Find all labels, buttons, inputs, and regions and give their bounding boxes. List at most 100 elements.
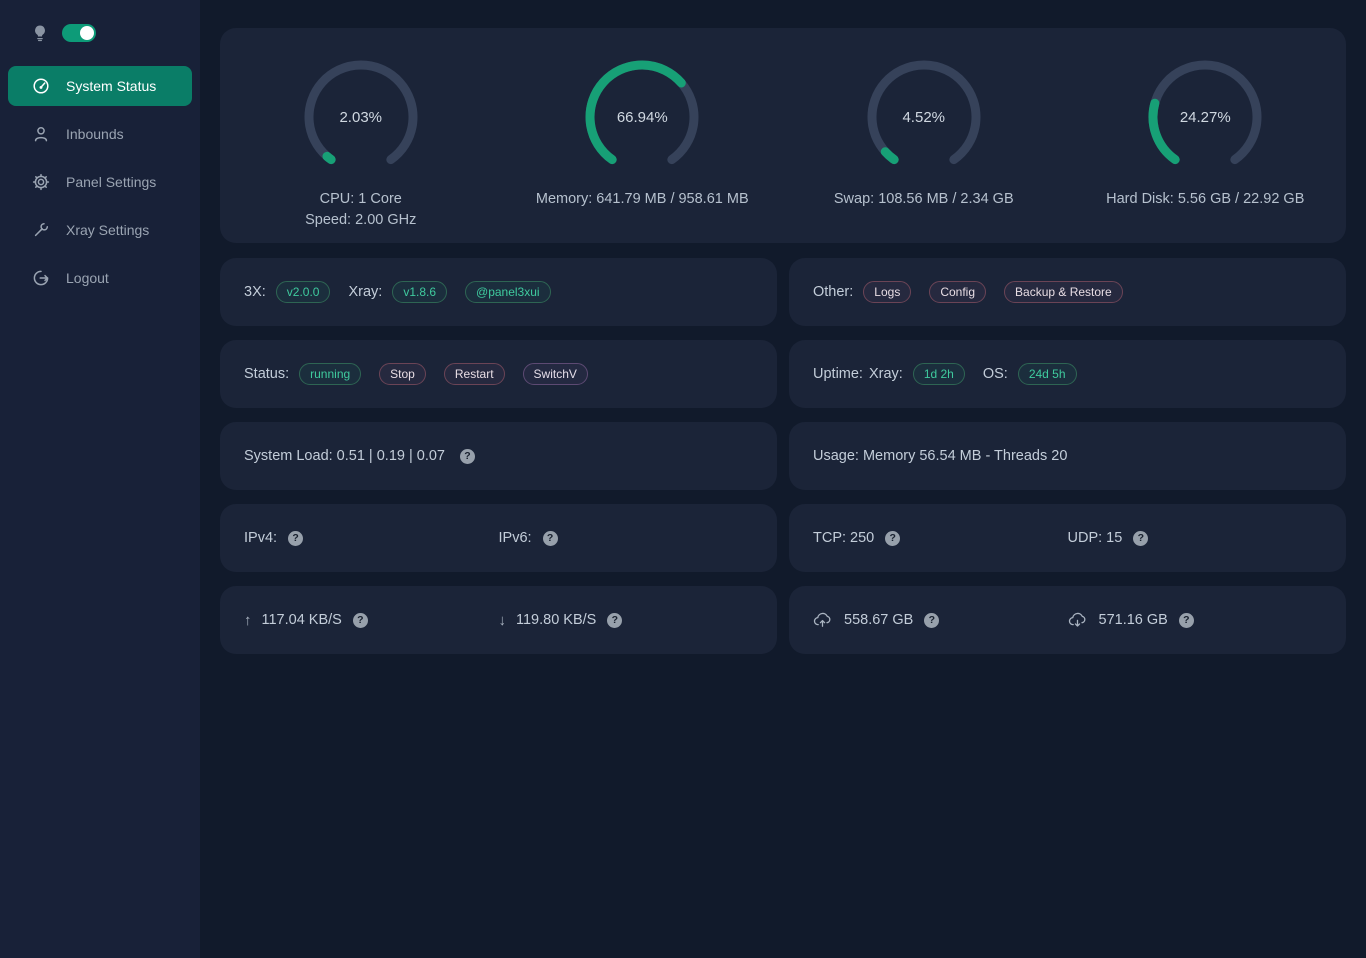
- other-card: Other: Logs Config Backup & Restore: [789, 258, 1346, 326]
- download-speed-col: ↓ 119.80 KB/S ?: [499, 612, 754, 629]
- udp-count: UDP: 15: [1068, 530, 1123, 546]
- sidebar-menu: System Status Inbounds Panel Settings Xr…: [0, 66, 200, 298]
- memory-gauge-ring: 66.94%: [580, 55, 704, 179]
- tcp-count: TCP: 250: [813, 530, 874, 546]
- wrench-icon: [32, 221, 50, 239]
- ipv6-label: IPv6:: [499, 530, 532, 546]
- traffic-total-card: 558.67 GB ? 571.16 GB ?: [789, 586, 1346, 654]
- switch-version-button[interactable]: SwitchV: [523, 363, 588, 385]
- help-icon[interactable]: ?: [288, 531, 303, 546]
- config-button[interactable]: Config: [929, 281, 986, 303]
- dashboard-icon: [32, 77, 50, 95]
- sidebar-item-panel-settings[interactable]: Panel Settings: [8, 162, 192, 202]
- os-uptime-tag: 24d 5h: [1018, 363, 1077, 385]
- help-icon[interactable]: ?: [460, 449, 475, 464]
- 3x-version-tag: v2.0.0: [276, 281, 331, 303]
- upload-speed-col: ↑ 117.04 KB/S ?: [244, 612, 499, 629]
- cpu-caption: CPU: 1 CoreSpeed: 2.00 GHz: [305, 189, 416, 231]
- sidebar-item-inbounds[interactable]: Inbounds: [8, 114, 192, 154]
- other-label: Other:: [813, 284, 853, 300]
- running-status-badge: running: [299, 363, 361, 385]
- sidebar-item-system-status[interactable]: System Status: [8, 66, 192, 106]
- swap-gauge-ring: 4.52%: [862, 55, 986, 179]
- app-window: System Status Inbounds Panel Settings Xr…: [0, 0, 1366, 958]
- theme-toggle[interactable]: [62, 24, 96, 42]
- sidebar-item-label: System Status: [66, 78, 156, 94]
- theme-row: [0, 0, 200, 54]
- ip-card: IPv4: ? IPv6: ?: [220, 504, 777, 572]
- logout-icon: [32, 269, 50, 287]
- cloud-upload-icon: [813, 612, 832, 628]
- logs-button[interactable]: Logs: [863, 281, 911, 303]
- total-download: 571.16 GB: [1099, 612, 1168, 628]
- help-icon[interactable]: ?: [353, 613, 368, 628]
- memory-percent: 66.94%: [580, 55, 704, 179]
- bulb-icon: [32, 24, 48, 42]
- help-icon[interactable]: ?: [924, 613, 939, 628]
- help-icon[interactable]: ?: [1133, 531, 1148, 546]
- cpu-gauge-ring: 2.03%: [299, 55, 423, 179]
- system-gauges-card: 2.03% CPU: 1 CoreSpeed: 2.00 GHz 66.94% …: [220, 28, 1346, 243]
- swap-percent: 4.52%: [862, 55, 986, 179]
- xray-uptime-tag: 1d 2h: [913, 363, 965, 385]
- gauge-cpu: 2.03% CPU: 1 CoreSpeed: 2.00 GHz: [220, 55, 502, 243]
- sidebar-item-xray-settings[interactable]: Xray Settings: [8, 210, 192, 250]
- uptime-os-label: OS:: [983, 366, 1008, 382]
- help-icon[interactable]: ?: [607, 613, 622, 628]
- arrow-up-icon: ↑: [244, 612, 252, 629]
- restart-button[interactable]: Restart: [444, 363, 505, 385]
- ipv4-label: IPv4:: [244, 530, 277, 546]
- download-speed: 119.80 KB/S: [516, 612, 596, 628]
- upload-speed: 117.04 KB/S: [262, 612, 342, 628]
- memory-caption: Memory: 641.79 MB / 958.61 MB: [536, 189, 749, 210]
- ipv4-col: IPv4: ?: [244, 530, 499, 546]
- gauge-memory: 66.94% Memory: 641.79 MB / 958.61 MB: [502, 55, 784, 243]
- total-download-col: 571.16 GB ?: [1068, 612, 1323, 628]
- system-load-card: System Load: 0.51 | 0.19 | 0.07 ?: [220, 422, 777, 490]
- sidebar-item-logout[interactable]: Logout: [8, 258, 192, 298]
- total-upload: 558.67 GB: [844, 612, 913, 628]
- help-icon[interactable]: ?: [885, 531, 900, 546]
- status-label: Status:: [244, 366, 289, 382]
- cloud-download-icon: [1068, 612, 1087, 628]
- xray-version-tag: v1.8.6: [392, 281, 447, 303]
- user-icon: [32, 125, 50, 143]
- swap-caption: Swap: 108.56 MB / 2.34 GB: [834, 189, 1014, 210]
- network-speed-card: ↑ 117.04 KB/S ? ↓ 119.80 KB/S ?: [220, 586, 777, 654]
- ipv6-col: IPv6: ?: [499, 530, 754, 546]
- usage-text: Usage: Memory 56.54 MB - Threads 20: [813, 448, 1067, 464]
- sidebar: System Status Inbounds Panel Settings Xr…: [0, 0, 200, 958]
- telegram-channel-tag[interactable]: @panel3xui: [465, 281, 551, 303]
- uptime-xray-label: Xray:: [869, 366, 903, 382]
- arrow-down-icon: ↓: [499, 612, 507, 629]
- xray-label: Xray:: [348, 284, 382, 300]
- stop-button[interactable]: Stop: [379, 363, 426, 385]
- sidebar-item-label: Logout: [66, 270, 109, 286]
- help-icon[interactable]: ?: [543, 531, 558, 546]
- gear-icon: [32, 173, 50, 191]
- info-cards-grid: 3X: v2.0.0 Xray: v1.8.6 @panel3xui Other…: [220, 258, 1346, 654]
- gauge-disk: 24.27% Hard Disk: 5.56 GB / 22.92 GB: [1065, 55, 1347, 243]
- tcp-col: TCP: 250 ?: [813, 530, 1068, 546]
- 3x-label: 3X:: [244, 284, 266, 300]
- disk-percent: 24.27%: [1143, 55, 1267, 179]
- sidebar-item-label: Xray Settings: [66, 222, 149, 238]
- help-icon[interactable]: ?: [1179, 613, 1194, 628]
- sidebar-item-label: Panel Settings: [66, 174, 156, 190]
- usage-card: Usage: Memory 56.54 MB - Threads 20: [789, 422, 1346, 490]
- version-card: 3X: v2.0.0 Xray: v1.8.6 @panel3xui: [220, 258, 777, 326]
- uptime-label: Uptime:: [813, 366, 863, 382]
- sidebar-item-label: Inbounds: [66, 126, 124, 142]
- connections-card: TCP: 250 ? UDP: 15 ?: [789, 504, 1346, 572]
- backup-restore-button[interactable]: Backup & Restore: [1004, 281, 1123, 303]
- udp-col: UDP: 15 ?: [1068, 530, 1323, 546]
- cpu-percent: 2.03%: [299, 55, 423, 179]
- gauge-swap: 4.52% Swap: 108.56 MB / 2.34 GB: [783, 55, 1065, 243]
- total-upload-col: 558.67 GB ?: [813, 612, 1068, 628]
- disk-caption: Hard Disk: 5.56 GB / 22.92 GB: [1106, 189, 1304, 210]
- main-content: 2.03% CPU: 1 CoreSpeed: 2.00 GHz 66.94% …: [200, 0, 1366, 958]
- system-load-text: System Load: 0.51 | 0.19 | 0.07: [244, 448, 445, 464]
- uptime-card: Uptime: Xray: 1d 2h OS: 24d 5h: [789, 340, 1346, 408]
- xray-status-card: Status: running Stop Restart SwitchV: [220, 340, 777, 408]
- disk-gauge-ring: 24.27%: [1143, 55, 1267, 179]
